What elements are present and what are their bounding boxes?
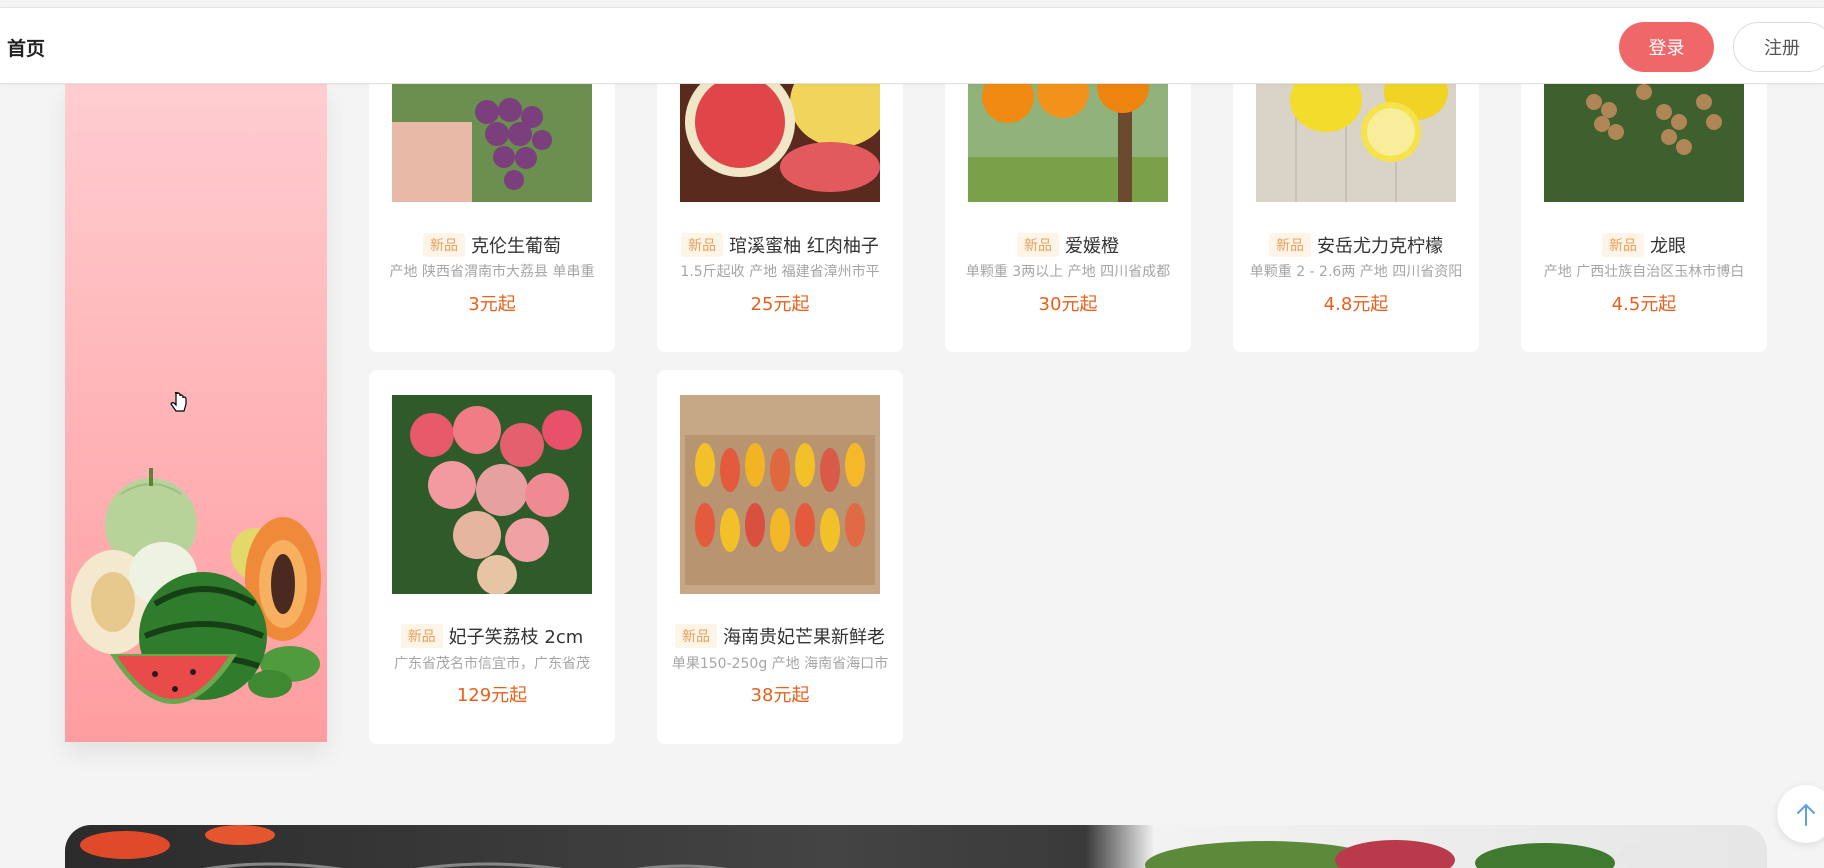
product-price: 129元起 [456, 685, 528, 706]
login-button[interactable]: 登录 [1619, 22, 1714, 72]
product-price: 25元起 [750, 294, 810, 315]
new-badge: 新品 [1269, 233, 1311, 257]
product-desc: 产地 陕西省渭南市大荔县 单串重 [389, 264, 595, 280]
product-price: 38元起 [750, 685, 810, 706]
product-desc: 单果150-250g 产地 海南省海口市 [671, 656, 889, 672]
back-to-top-button[interactable] [1777, 785, 1824, 843]
new-badge: 新品 [400, 624, 443, 648]
product-name: 克伦生葡萄 [471, 236, 561, 257]
hand-cursor-icon [170, 392, 187, 412]
product-desc: 单颗重 2 - 2.6两 产地 四川省资阳 [1249, 264, 1463, 280]
product-price: 4.5元起 [1611, 294, 1677, 315]
product-desc: 1.5斤起收 产地 福建省漳州市平 [680, 264, 880, 280]
product-name: 龙眼 [1650, 236, 1686, 257]
product-card[interactable]: 新品 爱媛橙 单颗重 3两以上 产地 四川省成都 30元起 [945, 62, 1191, 352]
product-price: 4.8元起 [1323, 294, 1389, 315]
fruit-illustration [71, 468, 321, 704]
mango-image [680, 395, 880, 594]
top-nav-bar: 首页 登录 注册 [0, 7, 1824, 84]
product-name: 海南贵妃芒果新鲜老 [723, 627, 885, 648]
new-badge: 新品 [675, 624, 717, 648]
product-name: 爱媛橙 [1065, 236, 1119, 257]
new-badge: 新品 [681, 233, 724, 257]
product-card[interactable]: 新品 龙眼 产地 广西壮族自治区玉林市博白 4.5元起 [1521, 62, 1767, 352]
product-price: 3元起 [468, 294, 516, 315]
product-price: 30元起 [1038, 294, 1098, 315]
product-card[interactable]: 新品 安岳尤力克柠檬 单颗重 2 - 2.6两 产地 四川省资阳 4.8元起 [1233, 62, 1479, 352]
nav-home-link[interactable]: 首页 [7, 34, 45, 61]
fruit-promo-banner[interactable] [65, 84, 327, 742]
product-card[interactable]: 新品 妃子笑荔枝 2cm 广东省茂名市信宜市，广东省茂 129元起 [369, 370, 615, 744]
product-card[interactable]: 新品 克伦生葡萄 产地 陕西省渭南市大荔县 单串重 3元起 [369, 62, 615, 352]
bottom-promo-banner[interactable] [65, 825, 1767, 868]
product-card[interactable]: 新品 琯溪蜜柚 红肉柚子 1.5斤起收 产地 福建省漳州市平 25元起 [657, 62, 903, 352]
product-name: 琯溪蜜柚 红肉柚子 [729, 236, 879, 257]
product-name: 安岳尤力克柠檬 [1317, 236, 1443, 257]
product-desc: 产地 广西壮族自治区玉林市博白 [1543, 264, 1745, 280]
register-button[interactable]: 注册 [1733, 22, 1824, 72]
product-name: 妃子笑荔枝 2cm [448, 627, 584, 648]
new-badge: 新品 [423, 233, 465, 257]
product-desc: 单颗重 3两以上 产地 四川省成都 [965, 264, 1171, 280]
product-card[interactable]: 新品 海南贵妃芒果新鲜老 单果150-250g 产地 海南省海口市 38元起 [657, 370, 903, 744]
new-badge: 新品 [1602, 233, 1644, 257]
lychee-image [392, 395, 592, 594]
arrow-up-icon [1797, 803, 1815, 826]
product-desc: 广东省茂名市信宜市，广东省茂 [394, 656, 590, 672]
new-badge: 新品 [1017, 233, 1059, 257]
